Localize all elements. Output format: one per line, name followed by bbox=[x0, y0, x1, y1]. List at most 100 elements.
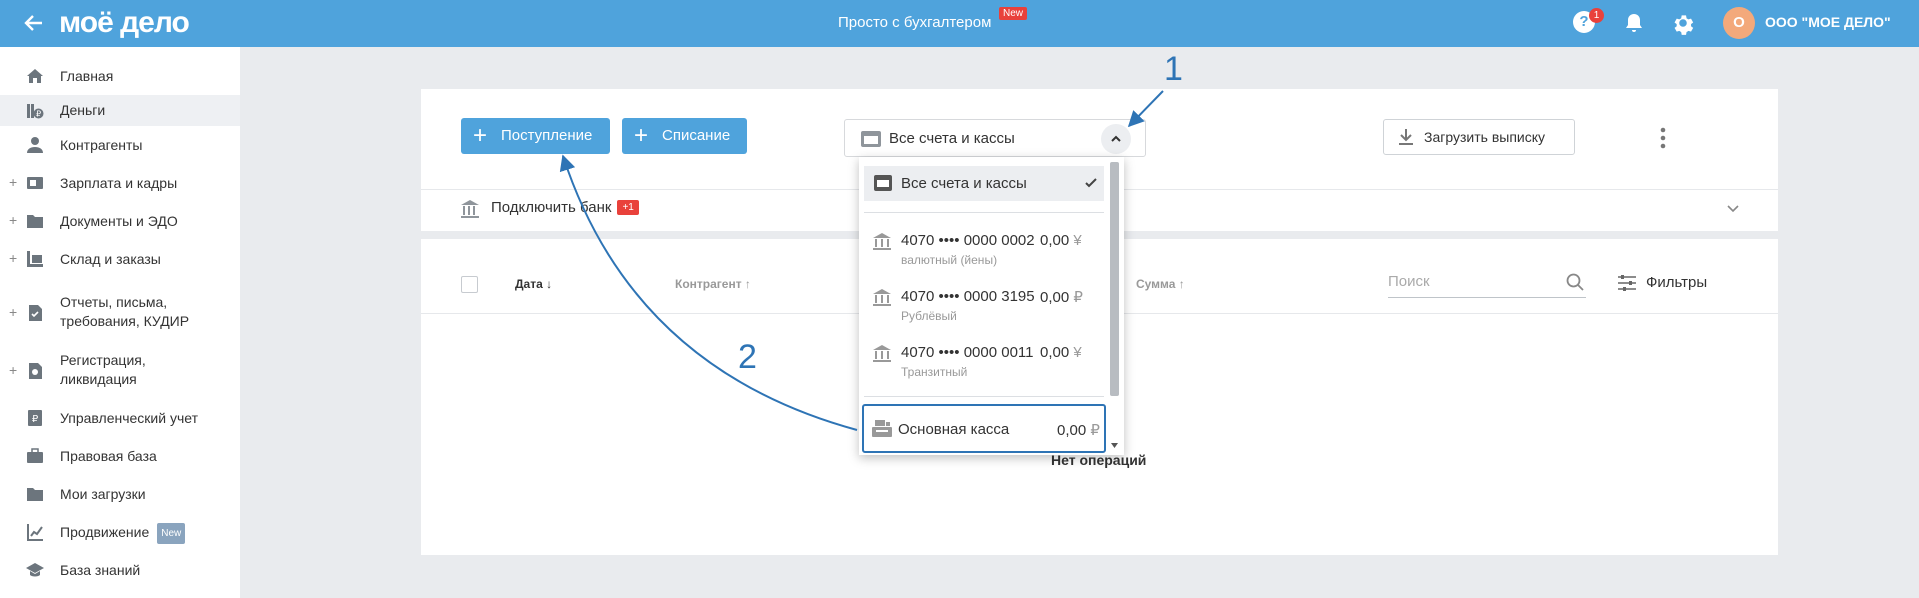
add-income-button[interactable]: + Поступление bbox=[461, 118, 610, 154]
account-type: Транзитный bbox=[901, 365, 968, 379]
sidebar-item-label: Правовая база bbox=[60, 448, 157, 464]
sidebar-item-label: База знаний bbox=[60, 562, 141, 578]
dropdown-option-cash[interactable]: Основная касса 0,00 ₽ bbox=[862, 404, 1106, 453]
sidebar-item-warehouse[interactable]: + Склад и заказы bbox=[0, 247, 240, 271]
gear-icon[interactable] bbox=[1670, 10, 1696, 36]
expand-icon[interactable]: + bbox=[9, 212, 17, 228]
account-dropdown: Все счета и кассы 4070 •••• 0000 0002 ва… bbox=[859, 157, 1124, 455]
filters-icon bbox=[1618, 275, 1636, 291]
expand-icon[interactable]: + bbox=[9, 174, 17, 190]
currency-symbol: ¥ bbox=[1073, 232, 1082, 249]
search-icon[interactable] bbox=[1566, 273, 1584, 291]
sidebar-item-registration[interactable]: + Регистрация, ликвидация bbox=[0, 351, 240, 391]
sidebar-item-label: Зарплата и кадры bbox=[60, 175, 178, 191]
top-bar: моё дело Просто с бухгалтером New ? 1 О … bbox=[0, 0, 1919, 47]
sidebar-item-downloads[interactable]: Мои загрузки bbox=[0, 482, 240, 506]
amount-value: 0,00 bbox=[1040, 289, 1070, 306]
plus-icon: + bbox=[473, 122, 488, 149]
folder-icon bbox=[27, 488, 43, 501]
new-badge: New bbox=[157, 523, 186, 544]
bell-icon[interactable] bbox=[1622, 11, 1646, 35]
bank-icon bbox=[461, 200, 479, 218]
sidebar-item-contractors[interactable]: Контрагенты bbox=[0, 133, 240, 157]
logo[interactable]: моё дело bbox=[59, 6, 190, 40]
sidebar-item-label: Мои загрузки bbox=[60, 486, 146, 502]
more-vertical-icon[interactable] bbox=[1660, 127, 1666, 149]
account-select[interactable]: Все счета и кассы bbox=[844, 119, 1146, 157]
dropdown-option-account[interactable]: 4070 •••• 0000 0002 валютный (йены) 0,00… bbox=[864, 232, 1104, 272]
sidebar-item-home[interactable]: Главная bbox=[0, 64, 240, 88]
filters-button[interactable]: Фильтры bbox=[1617, 274, 1707, 291]
download-icon bbox=[1399, 129, 1413, 145]
expand-icon[interactable]: + bbox=[9, 250, 17, 266]
sidebar-item-salary[interactable]: + Зарплата и кадры bbox=[0, 171, 240, 195]
account-number: 4070 •••• 0000 0011 bbox=[901, 344, 1034, 361]
add-expense-button[interactable]: + Списание bbox=[622, 118, 747, 154]
promo-title[interactable]: Просто с бухгалтером bbox=[838, 14, 991, 31]
dropdown-option-all[interactable]: Все счета и кассы bbox=[864, 166, 1104, 201]
cash-label: Основная касса bbox=[898, 421, 1010, 438]
sidebar-item-label: Документы и ЭДО bbox=[60, 213, 178, 229]
warehouse-icon bbox=[27, 251, 43, 267]
column-contractor[interactable]: Контрагент ↑ bbox=[675, 277, 751, 291]
new-badge: New bbox=[999, 7, 1028, 20]
amount-value: 0,00 bbox=[1040, 232, 1070, 249]
sidebar-item-promotion[interactable]: Продвижение New bbox=[0, 520, 240, 544]
sidebar-item-management[interactable]: ₽ Управленческий учет bbox=[0, 406, 240, 430]
account-type: Рублёвый bbox=[901, 309, 957, 323]
cash-register-icon bbox=[872, 420, 892, 437]
dropdown-option-account[interactable]: 4070 •••• 0000 0011 Транзитный 0,00 ¥ bbox=[864, 344, 1104, 384]
wallet-icon bbox=[874, 175, 892, 191]
org-name[interactable]: ООО "МОЕ ДЕЛО" bbox=[1765, 14, 1891, 30]
search-input[interactable]: Поиск bbox=[1388, 268, 1586, 298]
sidebar-item-legal[interactable]: Правовая база bbox=[0, 444, 240, 468]
expand-icon[interactable]: + bbox=[9, 362, 17, 378]
management-icon: ₽ bbox=[28, 410, 42, 426]
sidebar-item-label: Регистрация, bbox=[60, 352, 146, 368]
account-amount: 0,00 ₽ bbox=[1040, 288, 1083, 306]
sidebar: Главная ₽ Деньги Контрагенты + Зарплата … bbox=[0, 47, 240, 598]
bank-count-badge: +1 bbox=[617, 200, 639, 215]
download-statement-label: Загрузить выписку bbox=[1424, 129, 1545, 145]
sidebar-item-label: Склад и заказы bbox=[60, 251, 161, 267]
help-count-badge: 1 bbox=[1589, 8, 1604, 23]
back-arrow-icon[interactable] bbox=[22, 11, 46, 35]
bank-icon bbox=[873, 289, 891, 306]
download-statement-button[interactable]: Загрузить выписку bbox=[1383, 119, 1575, 155]
divider bbox=[864, 212, 1104, 213]
money-icon: ₽ bbox=[27, 104, 44, 119]
promotion-label: Продвижение bbox=[60, 524, 150, 540]
sidebar-item-money[interactable]: ₽ Деньги bbox=[0, 95, 240, 126]
column-date[interactable]: Дата ↓ bbox=[515, 277, 552, 291]
folder-icon bbox=[27, 215, 43, 228]
sidebar-item-documents[interactable]: + Документы и ЭДО bbox=[0, 209, 240, 233]
chevron-up-icon[interactable] bbox=[1101, 124, 1131, 154]
add-expense-label: Списание bbox=[662, 127, 731, 144]
account-type: валютный (йены) bbox=[901, 253, 998, 267]
account-amount: 0,00 ¥ bbox=[1040, 344, 1082, 361]
dropdown-option-account[interactable]: 4070 •••• 0000 3195 Рублёвый 0,00 ₽ bbox=[864, 288, 1104, 328]
sidebar-item-reports[interactable]: + Отчеты, письма, требования, КУДИР bbox=[0, 293, 240, 333]
annotation-label-2: 2 bbox=[738, 338, 757, 376]
reports-icon bbox=[29, 305, 42, 321]
graduation-cap-icon bbox=[26, 563, 44, 577]
expand-icon[interactable]: + bbox=[9, 304, 17, 320]
sidebar-item-knowledge[interactable]: База знаний bbox=[0, 558, 240, 582]
search-placeholder: Поиск bbox=[1388, 273, 1430, 290]
salary-icon bbox=[27, 177, 43, 189]
amount-value: 0,00 bbox=[1057, 422, 1087, 439]
column-sum[interactable]: Сумма ↑ bbox=[1136, 277, 1185, 291]
svg-text:₽: ₽ bbox=[32, 414, 39, 425]
avatar[interactable]: О bbox=[1723, 7, 1755, 39]
svg-text:₽: ₽ bbox=[36, 110, 41, 119]
cash-amount: 0,00 ₽ bbox=[1057, 421, 1100, 439]
sidebar-item-label: Контрагенты bbox=[60, 137, 143, 153]
chevron-down-icon[interactable] bbox=[1727, 205, 1739, 213]
select-all-checkbox[interactable] bbox=[461, 276, 478, 293]
scroll-down-arrow-icon[interactable] bbox=[1110, 441, 1119, 450]
home-icon bbox=[27, 69, 43, 83]
connect-bank-row[interactable]: Подключить банк +1 bbox=[460, 199, 639, 218]
sidebar-item-label-line2: ликвидация bbox=[60, 371, 137, 387]
scrollbar[interactable] bbox=[1110, 162, 1119, 396]
filters-label: Фильтры bbox=[1646, 274, 1708, 291]
